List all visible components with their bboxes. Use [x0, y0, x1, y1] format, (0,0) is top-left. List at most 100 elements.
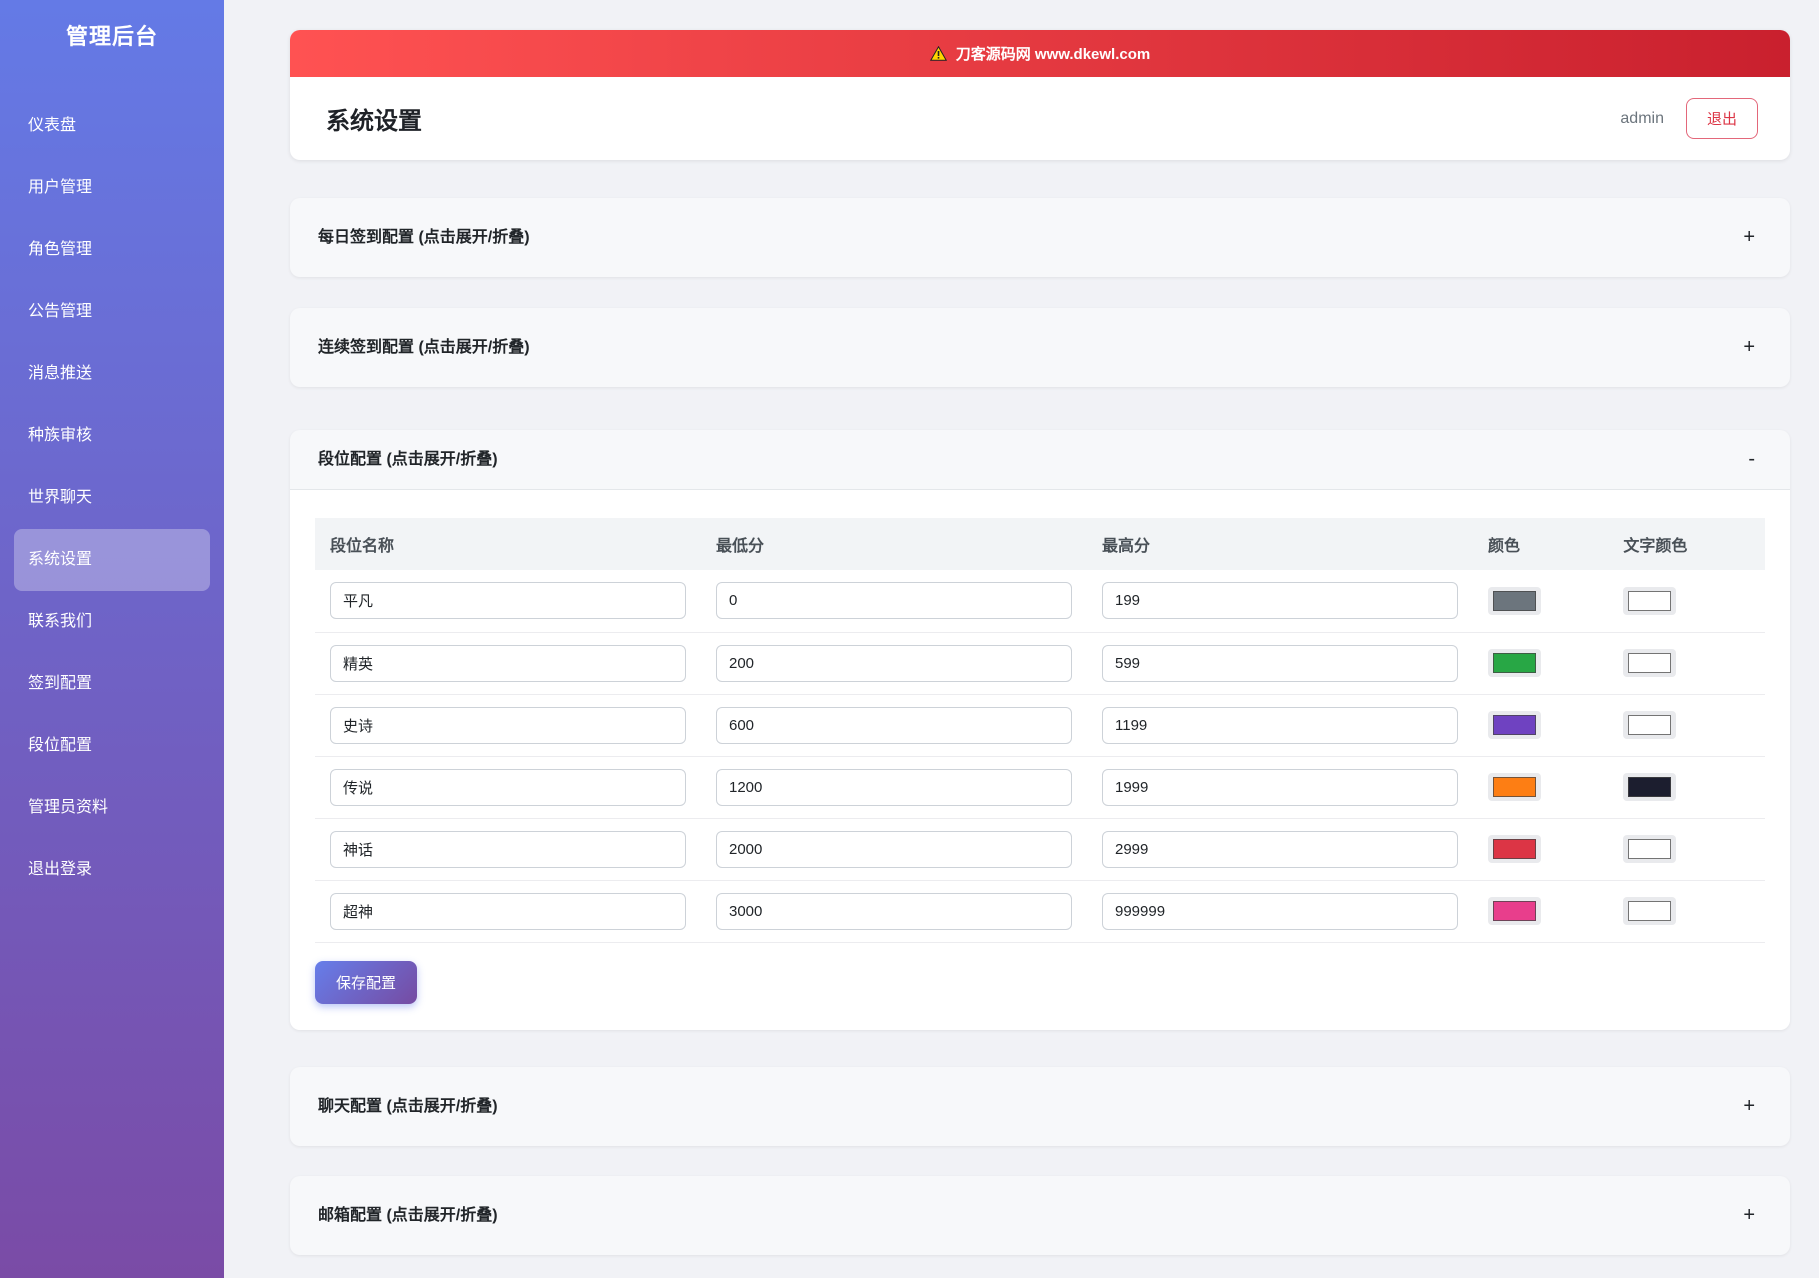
rank-color-picker[interactable]: [1488, 773, 1541, 801]
rank-table-row: [315, 570, 1765, 633]
rank-name-input[interactable]: [330, 706, 686, 744]
warning-icon: [929, 46, 947, 61]
col-header-max-score: 最高分: [1087, 518, 1473, 570]
expand-icon[interactable]: +: [1743, 1093, 1755, 1120]
text-color-picker[interactable]: [1623, 835, 1677, 863]
min-score-input[interactable]: [716, 582, 1072, 620]
rank-table-header-row: 段位名称 最低分 最高分 颜色 文字颜色: [315, 518, 1765, 570]
logout-button[interactable]: 退出: [1685, 98, 1758, 139]
section-mail-config-header[interactable]: 邮箱配置 (点击展开/折叠) +: [290, 1176, 1790, 1255]
sidebar-item-3[interactable]: 公告管理: [14, 281, 210, 343]
sidebar-item-6[interactable]: 世界聊天: [14, 467, 210, 529]
color-chip: [1628, 590, 1672, 611]
section-chat-config-header[interactable]: 聊天配置 (点击展开/折叠) +: [290, 1067, 1790, 1146]
sidebar-nav: 仪表盘 用户管理 角色管理 公告管理 消息推送 种族审核 世界聊天 系统设置 联系我们 签到配置段…: [0, 95, 224, 901]
sidebar-item-5[interactable]: 种族审核: [14, 405, 210, 467]
rank-table-row: [315, 632, 1765, 695]
rank-name-input[interactable]: [330, 768, 686, 806]
sidebar-item-11[interactable]: 管理员资料: [14, 777, 210, 839]
color-chip: [1493, 590, 1536, 611]
rank-color-picker[interactable]: [1488, 586, 1541, 615]
sidebar-item-4[interactable]: 消息推送: [14, 343, 210, 405]
page-title: 系统设置: [326, 108, 422, 135]
section-title: 聊天配置 (点击展开/折叠): [318, 1097, 498, 1115]
section-streak-signin-header[interactable]: 连续签到配置 (点击展开/折叠) +: [290, 308, 1790, 387]
max-score-input[interactable]: [1102, 582, 1458, 620]
min-score-input[interactable]: [716, 892, 1072, 930]
section-title: 邮箱配置 (点击展开/折叠): [318, 1206, 498, 1224]
col-header-color: 颜色: [1473, 518, 1609, 570]
section-rank-config: 段位配置 (点击展开/折叠) - 段位名称 最低分 最高分 颜色 文字颜色 平凡…: [290, 430, 1790, 1030]
sidebar-item-7[interactable]: 系统设置: [14, 529, 210, 591]
page-header: 系统设置 admin 退出: [290, 77, 1790, 160]
banner-text: 刀客源码网 www.dkewl.com: [955, 46, 1151, 63]
col-header-rank-name: 段位名称: [315, 518, 701, 570]
rank-color-picker[interactable]: [1488, 835, 1541, 863]
header-card: 刀客源码网 www.dkewl.com 系统设置 admin 退出: [290, 30, 1790, 160]
text-color-picker[interactable]: [1623, 773, 1677, 801]
color-chip: [1628, 653, 1672, 673]
sidebar-item-8[interactable]: 联系我们: [14, 591, 210, 653]
min-score-input[interactable]: [716, 644, 1072, 682]
col-header-min-score: 最低分: [701, 518, 1087, 570]
color-chip: [1493, 839, 1536, 859]
rank-color-picker[interactable]: [1488, 711, 1541, 739]
sidebar-item-12[interactable]: 退出登录: [14, 839, 210, 901]
rank-table-row: [315, 818, 1765, 881]
text-color-picker[interactable]: [1623, 586, 1677, 615]
rank-name-input[interactable]: [330, 892, 686, 930]
section-mail-config: 邮箱配置 (点击展开/折叠) +: [290, 1175, 1790, 1255]
section-rank-config-header[interactable]: 段位配置 (点击展开/折叠) -: [290, 430, 1790, 490]
section-title: 段位配置 (点击展开/折叠): [318, 451, 498, 468]
section-daily-signin-header[interactable]: 每日签到配置 (点击展开/折叠) +: [290, 198, 1790, 277]
rank-name-input[interactable]: [330, 830, 686, 868]
notice-banner: 刀客源码网 www.dkewl.com: [290, 30, 1790, 77]
save-config-button[interactable]: 保存配置: [315, 960, 418, 1004]
rank-table: 段位名称 最低分 最高分 颜色 文字颜色: [315, 518, 1765, 943]
color-chip: [1628, 839, 1672, 859]
collapse-icon[interactable]: -: [1748, 446, 1755, 473]
max-score-input[interactable]: [1102, 892, 1458, 930]
text-color-picker[interactable]: [1623, 649, 1677, 677]
main-content: 刀客源码网 www.dkewl.com 系统设置 admin 退出 每日签到配置…: [224, 0, 1819, 1278]
rank-config-body: 段位名称 最低分 最高分 颜色 文字颜色 平凡 0 199 精英 200 599…: [290, 490, 1790, 1030]
section-title: 每日签到配置 (点击展开/折叠): [318, 229, 530, 246]
min-score-input[interactable]: [716, 830, 1072, 868]
username-label: admin: [1620, 109, 1664, 127]
sidebar-item-2[interactable]: 角色管理: [14, 219, 210, 281]
sidebar-item-9[interactable]: 签到配置: [14, 653, 210, 715]
min-score-input[interactable]: [716, 768, 1072, 806]
sidebar-item-1[interactable]: 用户管理: [14, 157, 210, 219]
sidebar-item-10[interactable]: 段位配置: [14, 715, 210, 777]
section-title: 连续签到配置 (点击展开/折叠): [318, 339, 530, 356]
max-score-input[interactable]: [1102, 644, 1458, 682]
sidebar-item-0[interactable]: 仪表盘: [14, 95, 210, 157]
section-chat-config: 聊天配置 (点击展开/折叠) +: [290, 1066, 1790, 1146]
text-color-picker[interactable]: [1623, 897, 1677, 925]
rank-color-picker[interactable]: [1488, 897, 1541, 925]
rank-name-input[interactable]: [330, 644, 686, 682]
col-header-text-color: 文字颜色: [1608, 518, 1765, 570]
expand-icon[interactable]: +: [1743, 334, 1755, 361]
color-chip: [1493, 777, 1536, 797]
section-streak-signin: 连续签到配置 (点击展开/折叠) +: [290, 308, 1790, 387]
rank-color-picker[interactable]: [1488, 649, 1541, 677]
rank-table-row: [315, 880, 1765, 943]
color-chip: [1628, 715, 1672, 735]
rank-name-input[interactable]: [330, 582, 686, 620]
app-title: 管理后台: [65, 24, 158, 49]
max-score-input[interactable]: [1102, 830, 1458, 868]
color-chip: [1628, 901, 1672, 921]
min-score-input[interactable]: [716, 706, 1072, 744]
header-right: admin 退出: [1620, 98, 1758, 139]
max-score-input[interactable]: [1102, 706, 1458, 744]
expand-icon[interactable]: +: [1743, 1202, 1755, 1229]
text-color-picker[interactable]: [1623, 711, 1677, 739]
rank-table-row: [315, 756, 1765, 819]
rank-table-row: [315, 694, 1765, 757]
sidebar: 管理后台 仪表盘 用户管理 角色管理 公告管理 消息推送 种族审核 世界聊天 系统设置 联系我们…: [0, 0, 224, 1278]
section-daily-signin: 每日签到配置 (点击展开/折叠) +: [290, 198, 1790, 277]
max-score-input[interactable]: [1102, 768, 1458, 806]
expand-icon[interactable]: +: [1743, 224, 1755, 251]
color-chip: [1493, 715, 1536, 735]
